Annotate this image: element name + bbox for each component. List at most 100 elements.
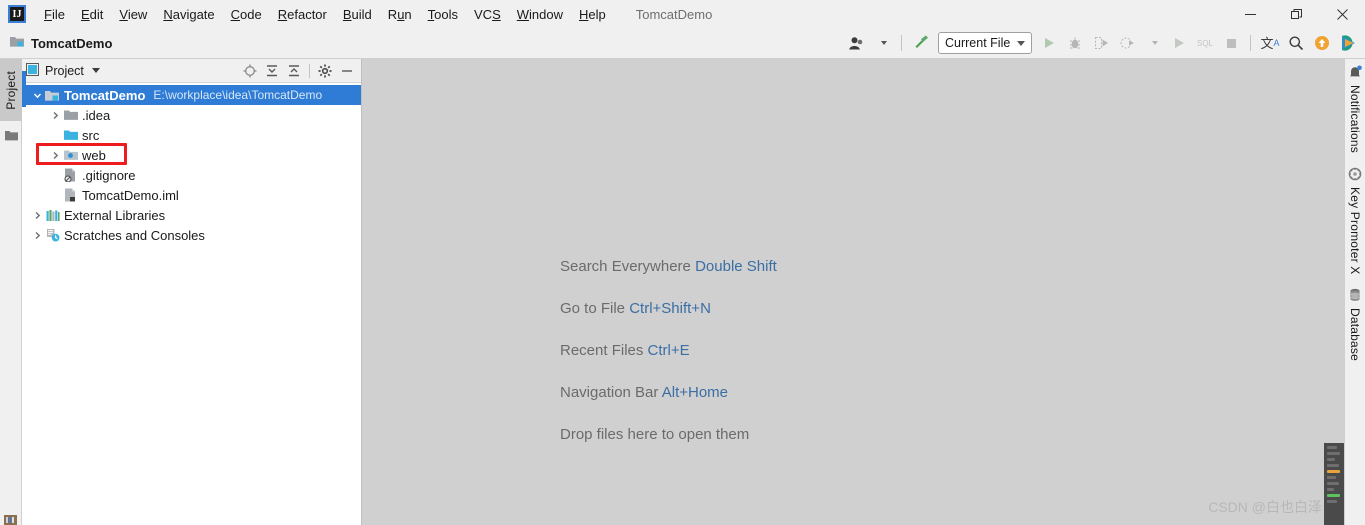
project-panel-header: Project bbox=[22, 59, 361, 83]
rightstrip-notifications-label: Notifications bbox=[1348, 85, 1362, 153]
tree-node-label: External Libraries bbox=[64, 207, 166, 223]
tree-node-external-libraries[interactable]: External Libraries bbox=[22, 205, 361, 225]
chevron-down-icon[interactable] bbox=[30, 91, 44, 100]
translate-icon[interactable]: 文A bbox=[1257, 31, 1283, 55]
hide-panel-icon[interactable] bbox=[337, 61, 357, 81]
chevron-right-icon[interactable] bbox=[30, 231, 44, 240]
hint-label: Navigation Bar bbox=[560, 384, 659, 401]
sidebar-tab-project-label: Project bbox=[4, 70, 18, 110]
editor-hints: Search Everywhere Double Shift Go to File… bbox=[560, 258, 777, 443]
breadcrumb[interactable]: TomcatDemo bbox=[10, 35, 112, 51]
menu-help[interactable]: Help bbox=[571, 3, 614, 26]
menu-view[interactable]: View bbox=[111, 3, 155, 26]
project-window-icon bbox=[26, 62, 39, 79]
settings-gear-icon[interactable] bbox=[315, 61, 335, 81]
search-everywhere-icon[interactable] bbox=[1283, 31, 1309, 55]
tree-node-tomcatdemo[interactable]: TomcatDemo E:\workplace\idea\TomcatDemo bbox=[22, 85, 361, 105]
menu-build[interactable]: Build bbox=[335, 3, 380, 26]
tree-node-idea[interactable]: .idea bbox=[22, 105, 361, 125]
menu-navigate[interactable]: Navigate bbox=[155, 3, 222, 26]
menu-run[interactable]: Run bbox=[380, 3, 420, 26]
rightstrip-key-promoter[interactable]: Key Promoter X bbox=[1348, 167, 1362, 275]
tree-node-gitignore[interactable]: .gitignore bbox=[22, 165, 361, 185]
expand-all-icon[interactable] bbox=[262, 61, 282, 81]
profile-button[interactable] bbox=[1114, 31, 1140, 55]
module-icon bbox=[10, 35, 25, 51]
run-with-coverage-button[interactable] bbox=[1088, 31, 1114, 55]
sidebar-tab-project[interactable]: Project bbox=[0, 59, 22, 121]
maximize-restore-button[interactable] bbox=[1273, 0, 1319, 28]
window-controls bbox=[1227, 0, 1365, 28]
chevron-right-icon[interactable] bbox=[48, 111, 62, 120]
hint-label: Recent Files bbox=[560, 342, 644, 359]
tree-node-label: .gitignore bbox=[82, 167, 136, 183]
folder-gray-icon bbox=[62, 109, 79, 121]
menu-window[interactable]: Window bbox=[509, 3, 571, 26]
menu-edit[interactable]: Edit bbox=[73, 3, 111, 26]
bottom-left-icon[interactable] bbox=[4, 513, 18, 525]
minimize-button[interactable] bbox=[1227, 0, 1273, 28]
bell-icon bbox=[1348, 65, 1362, 82]
rightstrip-key-promoter-label: Key Promoter X bbox=[1348, 186, 1362, 275]
hint-shortcut: Ctrl+E bbox=[647, 342, 690, 359]
menu-tools[interactable]: Tools bbox=[420, 3, 466, 26]
file-gitignore-icon bbox=[62, 168, 79, 182]
hint-search-everywhere: Search Everywhere Double Shift bbox=[560, 258, 777, 275]
sql-console-button[interactable]: SQL bbox=[1192, 31, 1218, 55]
run-anything-button[interactable] bbox=[1166, 31, 1192, 55]
tree-scroll-indicator[interactable] bbox=[22, 71, 26, 107]
folder-icon bbox=[5, 129, 18, 144]
tree-node-label: TomcatDemo bbox=[64, 87, 146, 103]
tree-node-label: Scratches and Consoles bbox=[64, 227, 205, 243]
menu-vcs[interactable]: VCS bbox=[466, 3, 509, 26]
tree-node-scratches[interactable]: Scratches and Consoles bbox=[22, 225, 361, 245]
tree-node-src[interactable]: src bbox=[22, 125, 361, 145]
file-iml-icon bbox=[62, 188, 79, 202]
avatar-dropdown-caret-icon[interactable] bbox=[869, 31, 895, 55]
close-button[interactable] bbox=[1319, 0, 1365, 28]
hint-shortcut: Alt+Home bbox=[661, 384, 729, 401]
editor-empty-area[interactable]: Search Everywhere Double Shift Go to File… bbox=[362, 59, 1344, 525]
ide-play-icon[interactable] bbox=[1335, 31, 1361, 55]
watermark-text: CSDN @白也白泽 bbox=[1208, 499, 1322, 515]
user-avatar-icon[interactable] bbox=[843, 31, 869, 55]
hint-navigation-bar: Navigation Bar Alt+Home bbox=[560, 384, 777, 401]
project-tree: TomcatDemo E:\workplace\idea\TomcatDemo .i… bbox=[22, 83, 361, 245]
project-panel-title: Project bbox=[45, 63, 84, 78]
debug-button[interactable] bbox=[1062, 31, 1088, 55]
chevron-right-icon[interactable] bbox=[30, 211, 44, 220]
tree-node-iml[interactable]: TomcatDemo.iml bbox=[22, 185, 361, 205]
select-opened-file-icon[interactable] bbox=[240, 61, 260, 81]
editor-minimap[interactable] bbox=[1324, 443, 1344, 525]
tree-node-web[interactable]: web bbox=[22, 145, 361, 165]
tree-node-label: web bbox=[82, 147, 106, 163]
run-button[interactable] bbox=[1036, 31, 1062, 55]
breadcrumb-label: TomcatDemo bbox=[31, 35, 113, 51]
intellij-logo-icon: IJ bbox=[8, 5, 26, 23]
update-project-icon[interactable] bbox=[1309, 31, 1335, 55]
rightstrip-database[interactable]: Database bbox=[1348, 288, 1362, 361]
build-hammer-icon[interactable] bbox=[908, 31, 934, 55]
chevron-right-icon[interactable] bbox=[48, 151, 62, 160]
tree-node-label: src bbox=[82, 127, 100, 143]
rightstrip-notifications[interactable]: Notifications bbox=[1348, 65, 1362, 153]
collapse-all-icon[interactable] bbox=[284, 61, 304, 81]
window-title: TomcatDemo bbox=[635, 6, 713, 22]
folder-cyan-icon bbox=[62, 129, 79, 141]
menu-code[interactable]: Code bbox=[223, 3, 270, 26]
main-toolbar: Current File SQL 文 A bbox=[843, 28, 1365, 58]
menu-refactor[interactable]: Refactor bbox=[270, 3, 335, 26]
project-view-chevron-down-icon[interactable] bbox=[91, 68, 100, 73]
rightstrip-database-label: Database bbox=[1348, 308, 1362, 362]
toolbar-separator-1 bbox=[901, 35, 902, 51]
profile-dropdown-caret-icon[interactable] bbox=[1140, 31, 1166, 55]
run-configuration-selector[interactable]: Current File bbox=[938, 32, 1032, 54]
project-panel-actions bbox=[240, 61, 357, 81]
scratches-icon-icon bbox=[44, 228, 61, 242]
hint-label: Drop files here to open them bbox=[560, 426, 750, 443]
hint-label: Go to File bbox=[560, 300, 626, 317]
stop-button[interactable] bbox=[1218, 31, 1244, 55]
folder-web-icon bbox=[62, 149, 79, 161]
project-tool-window: Project TomcatDemo E:\workplace\idea\Tom… bbox=[22, 59, 362, 525]
menu-file[interactable]: File bbox=[36, 3, 73, 26]
